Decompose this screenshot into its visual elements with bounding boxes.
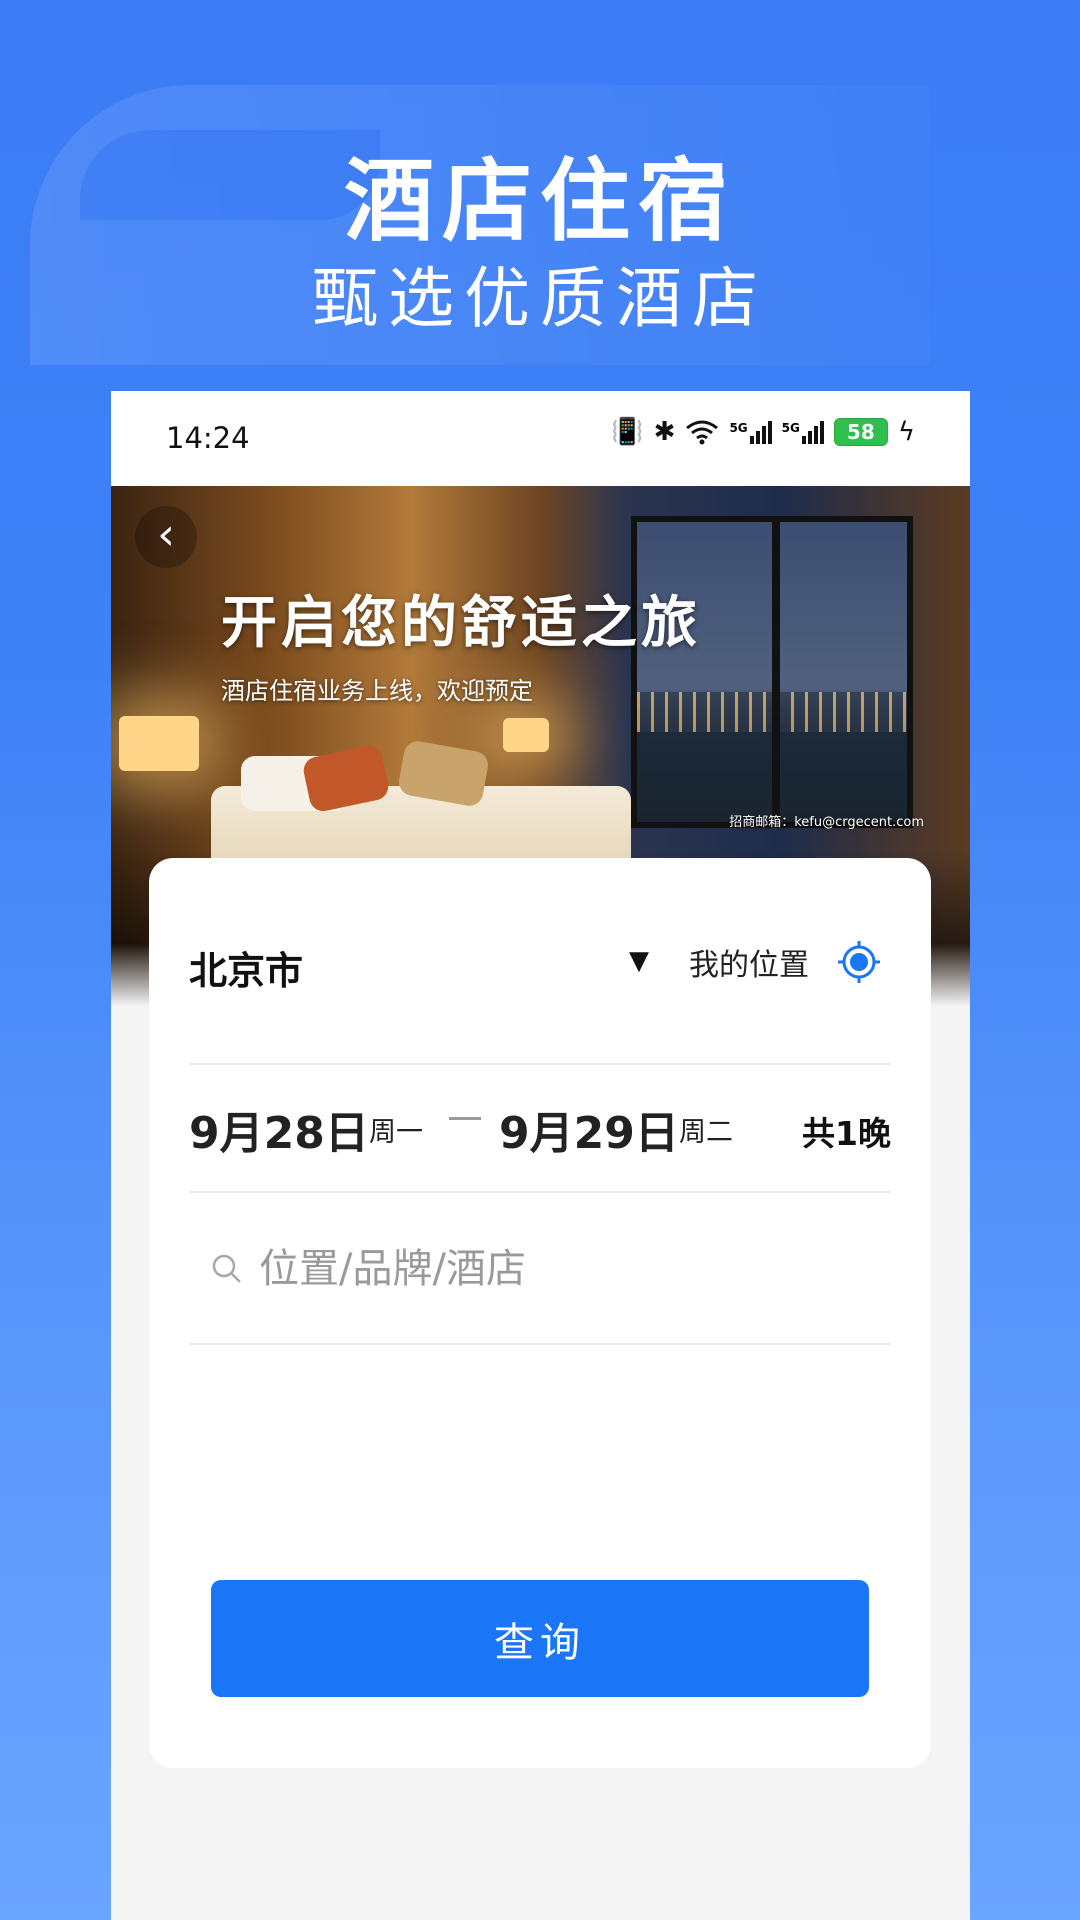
city-row[interactable]: 北京市 ▼ 我的位置 (189, 858, 891, 1065)
network-type-1: 5G (729, 420, 748, 435)
banner-title: 开启您的舒适之旅 (221, 591, 701, 656)
hero-title: 酒店住宿 (344, 149, 736, 254)
checkout-weekday: 周二 (679, 1117, 733, 1148)
search-icon (212, 1254, 241, 1283)
banner-lamp-right (503, 718, 549, 752)
nights-count: 共1晚 (802, 1114, 891, 1153)
vibrate-icon: 📳 (611, 417, 644, 447)
search-card: 北京市 ▼ 我的位置 9月28日 周一 9月29日 周二 共1晚 位置/品牌/酒… (149, 858, 931, 1768)
charging-icon: ϟ (897, 417, 915, 447)
query-button[interactable]: 查询 (211, 1580, 869, 1697)
network-type-2: 5G (781, 420, 800, 435)
back-button[interactable]: ‹ (135, 506, 197, 568)
date-separator (449, 1117, 481, 1120)
signal-icon-1: 5G (729, 420, 772, 444)
hero-subtitle: 甄选优质酒店 (312, 260, 768, 337)
status-icons: 📳 ✱ 5G 5G 58 ϟ (611, 417, 915, 447)
wifi-icon (686, 420, 719, 445)
battery-icon: 58 (833, 418, 888, 446)
bluetooth-icon: ✱ (653, 417, 676, 447)
search-input[interactable] (257, 1238, 861, 1300)
checkin-date[interactable]: 9月28日 (189, 1097, 369, 1161)
banner-subtitle: 酒店住宿业务上线，欢迎预定 (221, 677, 533, 705)
checkin-weekday: 周一 (369, 1117, 423, 1148)
search-row[interactable] (189, 1193, 891, 1345)
status-bar: 14:24 📳 ✱ 5G 5G 58 ϟ (111, 391, 970, 486)
banner-contact-email: 招商邮箱：kefu@crgecent.com (729, 815, 924, 830)
city-name[interactable]: 北京市 (189, 940, 303, 995)
banner-window-image (631, 516, 913, 828)
locate-icon[interactable] (837, 940, 881, 984)
phone-screen: 14:24 📳 ✱ 5G 5G 58 ϟ ‹ 开启您的舒适之旅 酒店住宿业务上线… (111, 391, 970, 1920)
status-time: 14:24 (166, 421, 250, 455)
my-location-label[interactable]: 我的位置 (689, 940, 809, 984)
checkout-date[interactable]: 9月29日 (499, 1097, 679, 1161)
dropdown-triangle-icon[interactable]: ▼ (629, 946, 649, 976)
banner-lamp-left (119, 716, 199, 771)
signal-icon-2: 5G (781, 420, 824, 444)
date-row[interactable]: 9月28日 周一 9月29日 周二 共1晚 (189, 1065, 891, 1193)
